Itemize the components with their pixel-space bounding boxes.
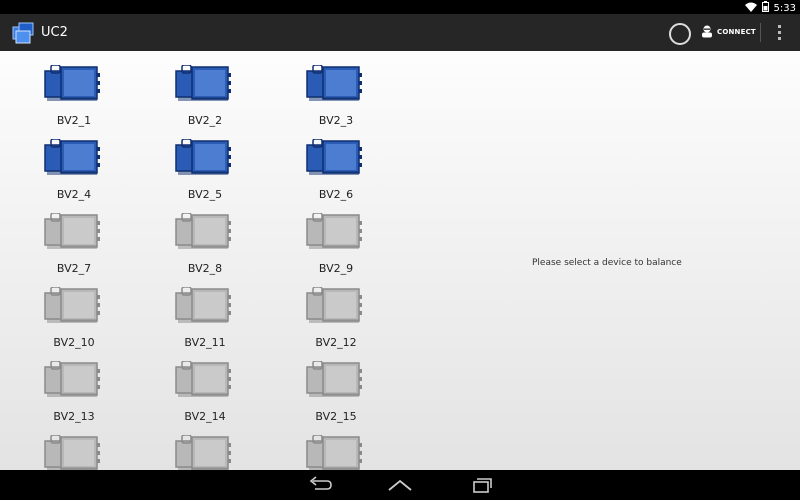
device-board-icon <box>175 65 231 101</box>
device-item[interactable]: BV2_13 <box>29 347 119 423</box>
device-item[interactable]: BV2_12 <box>291 273 381 349</box>
navigation-bar <box>0 470 800 500</box>
device-item[interactable]: BV2_5 <box>160 125 250 201</box>
device-board-icon <box>306 65 362 101</box>
device-item[interactable] <box>29 421 119 470</box>
back-icon[interactable] <box>305 475 335 495</box>
device-item[interactable]: BV2_4 <box>29 125 119 201</box>
connect-button[interactable]: CONNECT <box>700 18 758 46</box>
device-item[interactable]: BV2_15 <box>291 347 381 423</box>
device-item[interactable]: BV2_9 <box>291 199 381 275</box>
device-item[interactable]: BV2_6 <box>291 125 381 201</box>
status-time: 5:33 <box>773 2 796 14</box>
device-board-icon <box>175 435 231 470</box>
action-divider <box>760 23 761 42</box>
device-board-icon <box>175 361 231 397</box>
wifi-icon <box>744 2 757 15</box>
device-board-icon <box>44 65 100 101</box>
device-board-icon <box>306 435 362 470</box>
device-board-icon <box>44 361 100 397</box>
device-board-icon <box>306 361 362 397</box>
device-item[interactable]: BV2_11 <box>160 273 250 349</box>
device-item[interactable]: BV2_3 <box>291 51 381 127</box>
main-content: BV2_1 BV2_2 BV2_3 BV2_4 BV2_5 BV2_6 BV2_7 BV2_8… <box>0 51 800 470</box>
device-item[interactable] <box>291 421 381 470</box>
device-item[interactable]: BV2_1 <box>29 51 119 127</box>
device-grid: BV2_1 BV2_2 BV2_3 BV2_4 BV2_5 BV2_6 BV2_7 BV2_8… <box>0 51 400 470</box>
recent-apps-icon[interactable] <box>465 475 495 495</box>
device-item[interactable]: BV2_10 <box>29 273 119 349</box>
device-item[interactable] <box>160 421 250 470</box>
device-board-icon <box>44 213 100 249</box>
connect-label: CONNECT <box>717 28 756 36</box>
device-item[interactable]: BV2_7 <box>29 199 119 275</box>
device-item[interactable]: BV2_2 <box>160 51 250 127</box>
select-device-message: Please select a device to balance <box>532 258 682 268</box>
progress-ring <box>669 23 691 45</box>
battery-icon <box>761 1 769 15</box>
device-item[interactable]: BV2_14 <box>160 347 250 423</box>
device-board-icon <box>175 139 231 175</box>
device-board-icon <box>306 139 362 175</box>
action-bar: UC2 CONNECT <box>0 14 800 52</box>
device-cube-icon[interactable] <box>11 21 35 45</box>
device-board-icon <box>44 139 100 175</box>
home-icon[interactable] <box>385 475 415 495</box>
app-title: UC2 <box>41 25 68 40</box>
device-board-icon <box>175 287 231 323</box>
status-bar: 5:33 <box>0 0 800 14</box>
device-board-icon <box>44 435 100 470</box>
more-vertical-icon[interactable] <box>772 20 788 44</box>
device-item[interactable]: BV2_8 <box>160 199 250 275</box>
user-icon <box>700 23 714 42</box>
device-board-icon <box>306 213 362 249</box>
device-board-icon <box>175 213 231 249</box>
device-board-icon <box>306 287 362 323</box>
device-board-icon <box>44 287 100 323</box>
